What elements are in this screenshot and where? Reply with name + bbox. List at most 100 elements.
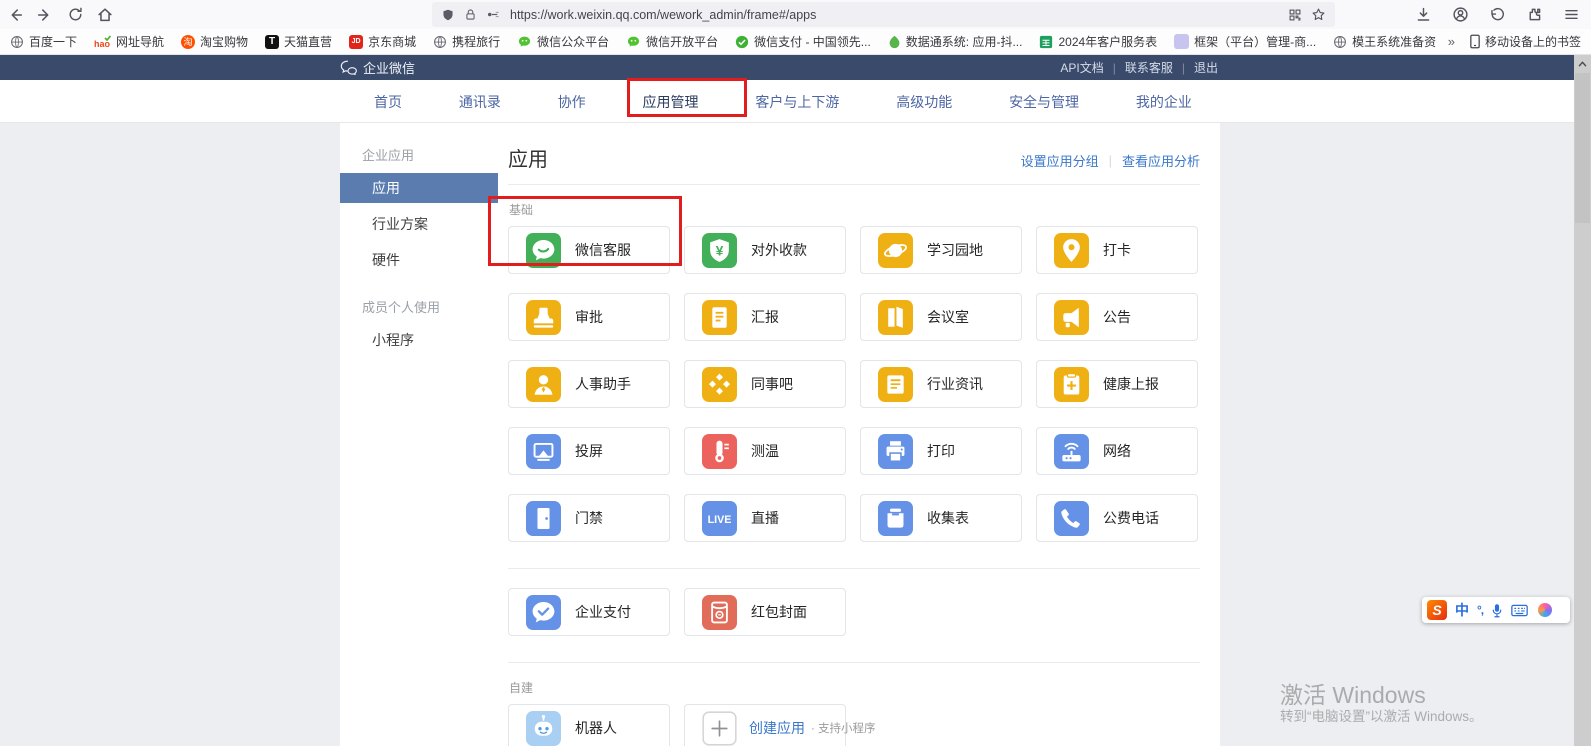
bookmark-item[interactable]: hao网址导航 xyxy=(94,33,164,50)
svg-text:¥: ¥ xyxy=(716,243,724,258)
plus-icon xyxy=(702,711,737,746)
sogou-logo-icon[interactable]: S xyxy=(1427,600,1447,620)
app-tile-label: 人事助手 xyxy=(575,374,631,394)
app-tile-汇报[interactable]: 汇报 xyxy=(684,293,846,341)
app-tile-投屏[interactable]: 投屏 xyxy=(508,427,670,475)
bookmark-star-icon[interactable] xyxy=(1311,7,1326,22)
bookmark-item[interactable]: 微信公众平台 xyxy=(517,33,609,50)
app-tile-微信客服[interactable]: 微信客服 xyxy=(508,226,670,274)
app-tile-对外收款[interactable]: ¥对外收款 xyxy=(684,226,846,274)
sidebar-item-应用[interactable]: 应用 xyxy=(340,173,498,203)
link-contact-support[interactable]: 联系客服 xyxy=(1125,59,1173,76)
reload-icon[interactable] xyxy=(60,2,90,27)
app-tile-会议室[interactable]: 会议室 xyxy=(860,293,1022,341)
app-tile-企业支付[interactable]: 企业支付 xyxy=(508,588,670,636)
app-tile-label: 创建应用 xyxy=(749,718,805,738)
address-bar[interactable]: https://work.weixin.qq.com/wework_admin/… xyxy=(432,2,1335,27)
tab-通讯录[interactable]: 通讯录 xyxy=(459,80,501,123)
menu-hamburger-icon[interactable] xyxy=(1559,2,1583,27)
qr-code-icon[interactable] xyxy=(1288,8,1302,22)
app-tile-红包封面[interactable]: 红包封面 xyxy=(684,588,846,636)
app-tile-网络[interactable]: 网络 xyxy=(1036,427,1198,475)
sidebar-item-硬件[interactable]: 硬件 xyxy=(340,245,498,275)
downloads-icon[interactable] xyxy=(1411,2,1435,27)
tab-安全与管理[interactable]: 安全与管理 xyxy=(1009,80,1079,123)
bookmark-item[interactable]: 淘淘宝购物 xyxy=(181,33,248,50)
person-icon xyxy=(526,367,561,402)
ime-bar[interactable]: S 中 °, xyxy=(1422,597,1570,623)
permissions-icon[interactable] xyxy=(486,8,501,21)
link-api-docs[interactable]: API文档 xyxy=(1060,59,1103,76)
app-tile-公告[interactable]: 公告 xyxy=(1036,293,1198,341)
link-set-app-groups[interactable]: 设置应用分组 xyxy=(1021,151,1099,170)
phone-outline-icon xyxy=(1469,34,1481,49)
bookmark-item[interactable]: 携程旅行 xyxy=(433,33,500,50)
app-tile-行业资讯[interactable]: 行业资讯 xyxy=(860,360,1022,408)
app-tile-健康上报[interactable]: 健康上报 xyxy=(1036,360,1198,408)
admin-navbar: 企业微信 API文档 | 联系客服 | 退出 xyxy=(0,55,1574,80)
app-tile-学习园地[interactable]: 学习园地 xyxy=(860,226,1022,274)
ime-punctuation-toggle[interactable]: °, xyxy=(1477,603,1483,617)
app-tile-机器人[interactable]: 机器人 xyxy=(508,704,670,746)
bookmark-item[interactable]: 微信开放平台 xyxy=(626,33,718,50)
tab-首页[interactable]: 首页 xyxy=(374,80,402,123)
bookmark-item[interactable]: JD京东商城 xyxy=(349,33,416,50)
sidebar-item-行业方案[interactable]: 行业方案 xyxy=(340,209,498,239)
app-tile-测温[interactable]: 测温 xyxy=(684,427,846,475)
scrollbar-thumb[interactable] xyxy=(1575,73,1590,223)
mobile-bookmarks[interactable]: 移动设备上的书签 xyxy=(1469,33,1581,50)
diamonds-icon xyxy=(702,367,737,402)
bookmark-item[interactable]: 微信支付 - 中国领先... xyxy=(735,33,871,50)
tab-应用管理[interactable]: 应用管理 xyxy=(643,80,699,123)
bookmark-label: 京东商城 xyxy=(368,33,416,50)
door-icon xyxy=(526,501,561,536)
sidebar-group-header: 企业应用 xyxy=(362,145,498,164)
tab-客户与上下游[interactable]: 客户与上下游 xyxy=(755,80,839,123)
brand[interactable]: 企业微信 xyxy=(340,55,415,80)
bookmark-item[interactable]: 框架（平台）管理-商... xyxy=(1174,33,1316,50)
app-tile-打卡[interactable]: 打卡 xyxy=(1036,226,1198,274)
url-text[interactable]: https://work.weixin.qq.com/wework_admin/… xyxy=(510,8,1279,22)
bookmark-item[interactable]: 模王系统准备资料 - P... xyxy=(1333,33,1436,50)
tab-高级功能[interactable]: 高级功能 xyxy=(896,80,952,123)
bookmarks-overflow-icon[interactable]: » xyxy=(1448,34,1455,49)
tab-协作[interactable]: 协作 xyxy=(558,80,586,123)
forward-icon[interactable] xyxy=(30,2,60,27)
chat-icon xyxy=(526,233,561,268)
back-icon[interactable] xyxy=(0,2,30,27)
extension-icon[interactable] xyxy=(1522,2,1546,27)
app-tile-label: 机器人 xyxy=(575,718,617,738)
page-scrollbar[interactable] xyxy=(1574,55,1591,746)
shield-icon[interactable] xyxy=(441,8,455,22)
history-undo-icon[interactable] xyxy=(1485,2,1509,27)
app-tile-label: 投屏 xyxy=(575,441,603,461)
lock-icon[interactable] xyxy=(464,8,477,21)
bookmark-item[interactable]: T天猫直营 xyxy=(265,33,332,50)
bookmark-item[interactable]: 2024年客户服务表 xyxy=(1039,33,1157,50)
app-tile-人事助手[interactable]: 人事助手 xyxy=(508,360,670,408)
ime-toolbox-icon[interactable] xyxy=(1538,603,1552,617)
wework-logo-icon xyxy=(340,60,357,75)
app-tile-同事吧[interactable]: 同事吧 xyxy=(684,360,846,408)
link-logout[interactable]: 退出 xyxy=(1194,59,1218,76)
app-tile-直播[interactable]: LIVE直播 xyxy=(684,494,846,542)
home-icon[interactable] xyxy=(90,2,120,27)
link-view-app-analytics[interactable]: 查看应用分析 xyxy=(1122,151,1200,170)
microphone-icon[interactable] xyxy=(1491,603,1503,618)
app-tile-收集表[interactable]: 收集表 xyxy=(860,494,1022,542)
keyboard-icon[interactable] xyxy=(1511,604,1528,617)
tab-我的企业[interactable]: 我的企业 xyxy=(1136,80,1192,123)
bookmark-item[interactable]: 百度一下 xyxy=(10,33,77,50)
scrollbar-up-icon[interactable] xyxy=(1574,55,1591,72)
app-tile-公费电话[interactable]: 公费电话 xyxy=(1036,494,1198,542)
app-tile-label: 公费电话 xyxy=(1103,508,1159,528)
app-tile-审批[interactable]: 审批 xyxy=(508,293,670,341)
app-tile-打印[interactable]: 打印 xyxy=(860,427,1022,475)
ime-language-toggle[interactable]: 中 xyxy=(1455,600,1469,620)
account-icon[interactable] xyxy=(1448,2,1472,27)
sidebar-item-小程序[interactable]: 小程序 xyxy=(340,325,498,355)
app-tile-门禁[interactable]: 门禁 xyxy=(508,494,670,542)
app-tile-创建应用[interactable]: 创建应用· 支持小程序 xyxy=(684,704,846,746)
app-grid: 企业支付红包封面 xyxy=(508,588,1200,636)
bookmark-item[interactable]: 数据通系统: 应用-抖... xyxy=(888,33,1023,50)
